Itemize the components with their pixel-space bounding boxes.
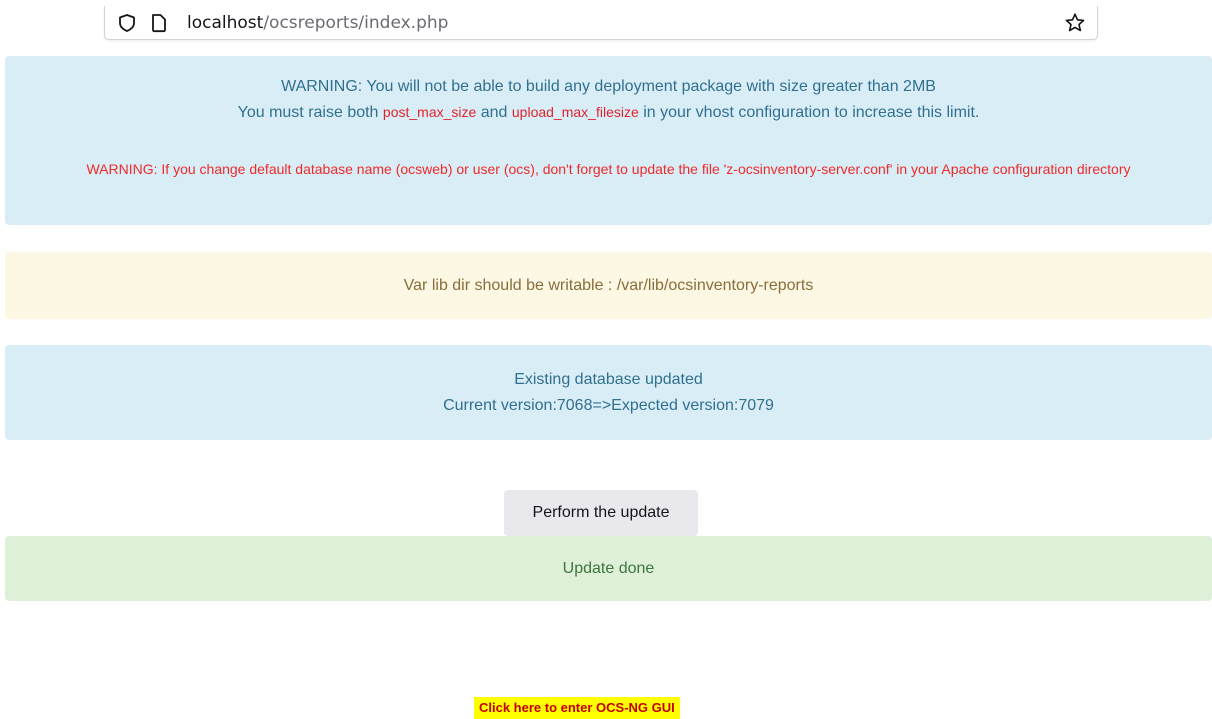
url-host: localhost <box>187 13 264 33</box>
enter-gui-link[interactable]: Click here to enter OCS-NG GUI <box>474 697 680 719</box>
url-bar[interactable]: localhost/ocsreports/index.php <box>104 6 1098 40</box>
var-lib-warning-text: Var lib dir should be writable : /var/li… <box>403 277 814 294</box>
url-text[interactable]: localhost/ocsreports/index.php <box>187 12 448 34</box>
perform-update-button[interactable]: Perform the update <box>504 490 698 536</box>
size-warning-line1: WARNING: You will not be able to build a… <box>281 78 936 95</box>
var-lib-warning-alert: Var lib dir should be writable : /var/li… <box>5 252 1212 319</box>
size-warning-prefix: You must raise both <box>237 104 383 121</box>
upload-max-filesize-code: upload_max_filesize <box>511 104 639 120</box>
size-warning-line2: You must raise both post_max_size and up… <box>5 101 1212 124</box>
size-warning-alert: WARNING: You will not be able to build a… <box>5 56 1212 225</box>
db-config-warning: WARNING: If you change default database … <box>86 161 1131 177</box>
update-done-alert: Update done <box>5 536 1212 601</box>
page-info-icon[interactable] <box>150 13 168 33</box>
browser-toolbar: localhost/ocsreports/index.php <box>0 0 1212 56</box>
database-updated-title: Existing database updated <box>514 371 703 388</box>
database-update-alert: Existing database updated Current versio… <box>5 345 1212 440</box>
url-path: /ocsreports/index.php <box>263 13 449 33</box>
update-done-text: Update done <box>562 560 655 577</box>
bookmark-star-icon[interactable] <box>1063 11 1087 35</box>
database-version-text: Current version:7068=>Expected version:7… <box>443 397 774 414</box>
tracking-protection-shield-icon[interactable] <box>117 13 137 33</box>
size-warning-suffix: in your vhost configuration to increase … <box>638 104 980 121</box>
size-warning-and: and <box>476 104 512 121</box>
post-max-size-code: post_max_size <box>382 104 477 120</box>
